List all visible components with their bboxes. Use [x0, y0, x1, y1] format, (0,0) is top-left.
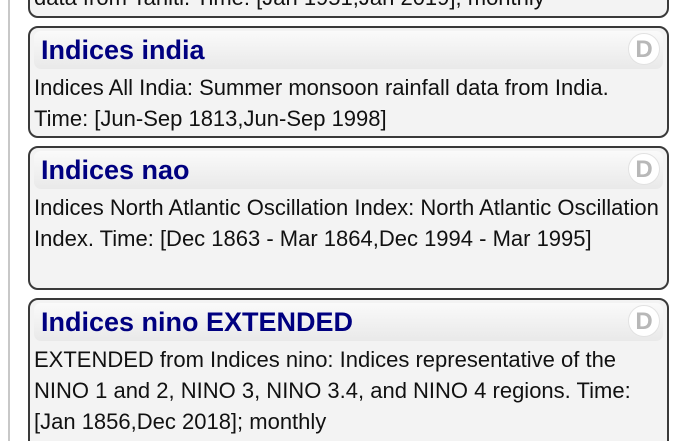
dataset-title-link[interactable]: Indices nao: [41, 154, 190, 186]
dataset-card-tahiti: data from Tahiti. Time: [Jan 1951,Jan 20…: [28, 0, 669, 18]
dataset-d-icon[interactable]: D: [628, 305, 660, 337]
dataset-card-india: Indices india D Indices All India: Summe…: [28, 26, 669, 138]
dataset-title-link[interactable]: Indices nino EXTENDED: [41, 306, 353, 338]
dataset-description: Indices North Atlantic Oscillation Index…: [34, 195, 659, 251]
dataset-d-icon[interactable]: D: [628, 153, 660, 185]
dataset-list: data from Tahiti. Time: [Jan 1951,Jan 20…: [0, 0, 678, 441]
dataset-header: Indices india D: [34, 31, 663, 69]
dataset-title-link[interactable]: Indices india: [41, 34, 205, 66]
dataset-header: Indices nao D: [34, 151, 663, 189]
dataset-card-nino-extended: Indices nino EXTENDED D EXTENDED from In…: [28, 298, 669, 441]
dataset-description: EXTENDED from Indices nino: Indices repr…: [34, 347, 631, 434]
dataset-card-nao: Indices nao D Indices North Atlantic Osc…: [28, 146, 669, 290]
left-divider: [8, 0, 10, 441]
dataset-header: Indices nino EXTENDED D: [34, 303, 663, 341]
dataset-d-icon[interactable]: D: [628, 33, 660, 65]
dataset-description: Indices All India: Summer monsoon rainfa…: [34, 75, 609, 131]
dataset-description: data from Tahiti. Time: [Jan 1951,Jan 20…: [34, 0, 545, 13]
